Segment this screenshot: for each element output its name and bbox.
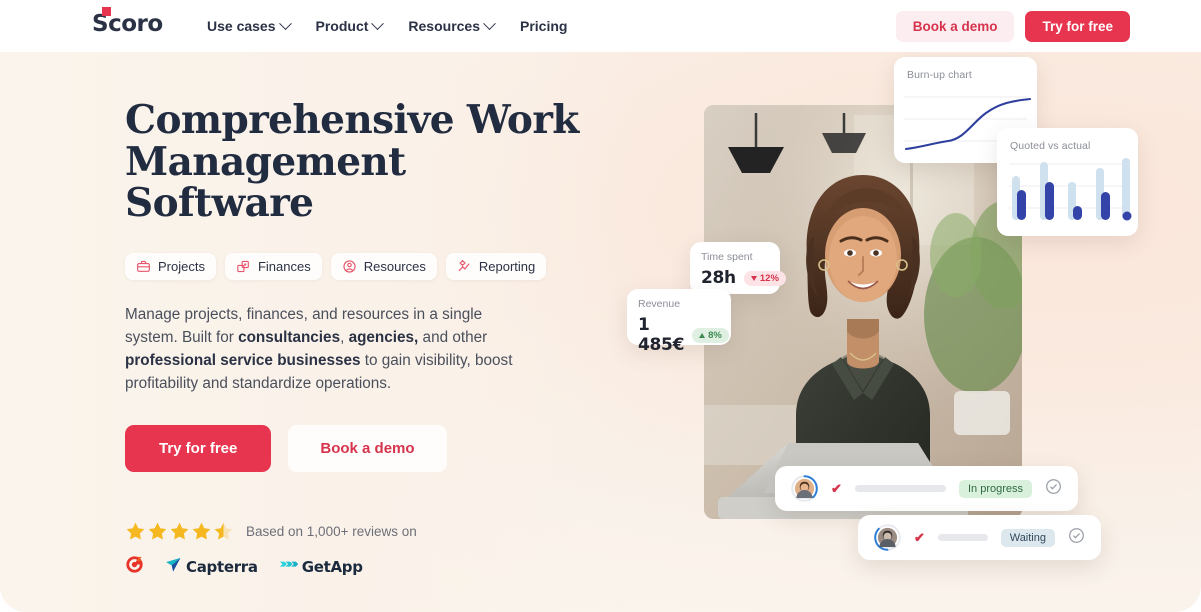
task-row[interactable]: ✔ In progress [775,466,1078,511]
lede-bold-professional-service: professional service businesses [125,352,361,370]
arrow-up-icon [699,332,706,338]
header-try-free-button[interactable]: Try for free [1025,11,1130,42]
feature-pill-label: Resources [363,259,426,275]
task-row[interactable]: ✔ Waiting [858,515,1101,560]
time-spent-card: Time spent 28h 12% [690,242,786,294]
reviews-count-text: Based on 1,000+ reviews on [246,523,417,539]
logo-text: Scoro [92,11,163,37]
lede-part-3: and other [418,329,488,347]
coins-icon [236,259,251,274]
arrow-down-icon [750,275,757,281]
revenue-delta-value: 8% [708,329,722,341]
task-complete-icon[interactable] [1068,527,1085,549]
briefcase-icon [136,259,151,274]
star-icon-3 [170,522,189,540]
nav-item-product[interactable]: Product [315,16,385,34]
nav-item-pricing[interactable]: Pricing [520,18,567,34]
task-title-placeholder-bar [854,485,946,492]
hero-description: Manage projects, finances, and resources… [125,304,525,396]
getapp-badge[interactable]: GetApp [279,557,363,576]
time-spent-delta-value: 12% [759,272,779,284]
feature-pill-group: Projects Finances Resources Reporting [125,253,595,281]
hero-copy: Comprehensive Work Management Software P… [125,97,595,579]
feature-pill-label: Finances [257,259,311,275]
getapp-label: GetApp [301,557,363,576]
getapp-logo-icon [279,557,299,576]
hero-try-free-button[interactable]: Try for free [125,424,272,472]
nav-item-resources[interactable]: Resources [408,16,496,34]
page-root: Scoro Use cases Product Resources Pricin… [0,0,1201,612]
star-icon-4 [192,522,211,540]
time-spent-value: 28h [701,268,736,288]
page-title: Comprehensive Work Management Software [125,97,595,227]
star-icon-5-half [214,522,233,540]
feature-pill-resources[interactable]: Resources [330,253,437,281]
capterra-logo-icon [165,556,182,578]
revenue-value: 1 485€ [638,315,685,355]
status-badge: In progress [958,479,1032,498]
feature-pill-projects[interactable]: Projects [125,253,216,281]
lede-bold-agencies: agencies, [348,329,419,347]
g2-logo-icon [125,555,144,579]
check-mark-icon: ✔ [831,481,842,496]
revenue-card: Revenue 1 485€ 8% [627,289,731,355]
star-rating [125,521,234,542]
feature-pill-finances[interactable]: Finances [224,253,322,281]
headline-line-1: Comprehensive Work [125,97,579,143]
star-icon-2 [148,522,167,540]
quoted-vs-actual-card: Quoted vs actual [997,128,1138,236]
nav-label: Pricing [520,18,568,34]
chevron-down-icon [483,16,496,30]
lede-bold-consultancies: consultancies [238,329,341,347]
hero-photo-illustration [704,105,1022,519]
headline-line-2: Management Software [125,138,406,227]
nav-item-use-cases[interactable]: Use cases [207,16,292,34]
avatar [791,475,818,502]
revenue-delta-badge: 8% [692,327,729,343]
nav-label: Resources [408,18,480,34]
lede-part-2: , [340,329,349,347]
check-mark-icon: ✔ [914,530,925,545]
g2-badge[interactable] [125,555,144,579]
scoro-logo[interactable]: Scoro [92,7,163,37]
burnup-chart-title: Burn-up chart [907,69,972,81]
rating-row: Based on 1,000+ reviews on [125,521,595,542]
capterra-label: Capterra [186,557,258,576]
task-complete-icon[interactable] [1045,478,1062,500]
chevron-down-icon [278,16,292,30]
avatar [874,524,901,551]
chevron-down-icon [371,16,385,30]
revenue-row: 1 485€ 8% [638,315,729,355]
feature-pill-label: Projects [158,259,205,275]
site-header: Scoro Use cases Product Resources Pricin… [0,0,1201,52]
hero-book-demo-button[interactable]: Book a demo [288,424,447,472]
time-spent-row: 28h 12% [701,268,786,288]
time-spent-delta-badge: 12% [743,270,786,286]
logo-accent-square-icon [102,7,111,16]
star-icon-1 [126,522,145,540]
trend-chart-icon [457,259,472,274]
hero-visual: Burn-up chart Quoted vs actual Time spen… [600,52,1201,612]
feature-pill-label: Reporting [478,259,536,275]
feature-pill-reporting[interactable]: Reporting [445,253,547,281]
capterra-badge[interactable]: Capterra [165,556,258,578]
quoted-chart-title: Quoted vs actual [1010,140,1091,152]
review-platform-badges: Capterra GetApp [125,555,595,579]
person-circle-icon [342,259,357,274]
header-actions: Book a demo Try for free [895,11,1130,42]
nav-label: Use cases [207,18,276,34]
revenue-label: Revenue [638,298,681,310]
time-spent-label: Time spent [701,251,753,263]
nav-label: Product [315,18,369,34]
header-book-demo-button[interactable]: Book a demo [895,11,1015,42]
main-nav: Use cases Product Resources Pricing [207,0,567,52]
task-title-placeholder-bar [937,534,988,541]
hero-photo [704,105,1022,519]
social-proof: Based on 1,000+ reviews on Capterra GetA… [125,521,595,579]
hero-cta-group: Try for free Book a demo [125,424,595,472]
status-badge: Waiting [1000,528,1055,547]
